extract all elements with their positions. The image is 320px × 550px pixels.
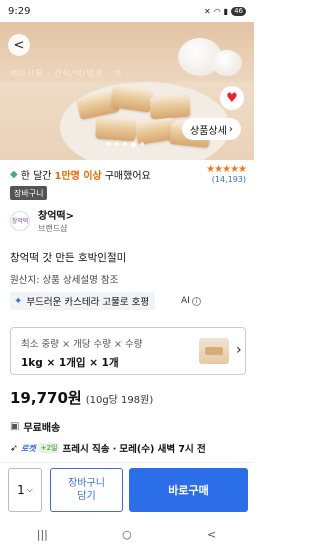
purchase-highlight: 1만명 이상	[54, 170, 102, 182]
status-bar: 9:29 ✕ ◠ ▮ 46	[0, 0, 254, 22]
chevron-down-icon: ⌵	[26, 485, 33, 494]
battery-icon: 46	[231, 6, 246, 16]
carousel-dot	[123, 142, 127, 146]
purchase-count-text: ◆ 한 달간 1만명 이상 구매했어요	[10, 167, 151, 182]
sparkle-icon: ✦	[14, 295, 23, 307]
chevron-right-icon: ›	[236, 342, 242, 358]
product-image-rice-cake	[212, 50, 242, 76]
product-image-piece	[95, 116, 137, 142]
brand-shop-link[interactable]: 창억떡 창억떡> 브랜드샵	[10, 207, 74, 234]
money-bag-icon: ◆	[10, 168, 18, 180]
delivery-eta: 모레(수) 새벽 7시 전	[119, 444, 206, 455]
home-icon[interactable]: ○	[117, 528, 137, 541]
plus-days-badge: +2일	[38, 443, 60, 453]
ai-label-text: AI	[181, 296, 190, 306]
chevron-right-icon: ›	[228, 123, 233, 135]
add-to-cart-button[interactable]: 장바구니 담기	[50, 468, 123, 512]
back-nav-icon[interactable]: <	[202, 528, 222, 541]
status-icons: ✕ ◠ ▮ 46	[203, 6, 246, 16]
cart-tag-badge: 장바구니	[10, 186, 48, 200]
wifi-icon: ◠	[213, 6, 221, 16]
quantity-value: 1	[17, 483, 25, 497]
free-shipping-label: 무료배송	[23, 423, 61, 434]
star-rating-icon: ★★★★★	[206, 164, 247, 175]
purchase-suffix: 구매했어요	[104, 170, 151, 182]
hero-ghost-text: 떡마시롱 · 간식/떡/빙과 · 떡	[10, 69, 123, 78]
system-nav-bar: ||| ○ <	[0, 518, 254, 550]
wishlist-button[interactable]: ♥	[220, 86, 244, 110]
status-time: 9:29	[8, 5, 31, 17]
brand-name: 창억떡>	[38, 211, 74, 222]
info-icon: i	[191, 296, 201, 306]
carousel-dot	[107, 142, 111, 146]
product-title: 창억떡 갓 만든 호박인절미	[10, 252, 127, 264]
purchase-prefix: 한 달간	[20, 170, 52, 182]
ai-label[interactable]: AI i	[181, 296, 201, 306]
origin-info: 원산지: 상품 상세설명 참조	[10, 275, 119, 286]
ai-review-summary[interactable]: ✦ 부드러운 카스테라 고물로 호평	[10, 292, 156, 310]
recent-apps-icon[interactable]: |||	[32, 528, 52, 541]
buy-now-button[interactable]: 바로구매	[129, 468, 248, 512]
heart-icon: ♥	[226, 90, 238, 106]
carousel-dot	[131, 141, 136, 147]
option-value: 1kg × 1개입 × 1개	[21, 357, 119, 369]
quantity-select[interactable]: 1 ⌵	[8, 468, 42, 512]
price-main: 19,770원	[10, 389, 82, 407]
product-detail-button[interactable]: 상품상세 ›	[182, 118, 241, 140]
carousel-dot	[140, 142, 144, 146]
review-count[interactable]: (14,193)	[206, 175, 246, 184]
rocket-badge: 로켓	[20, 443, 36, 453]
option-selector[interactable]: 최소 중량 × 개당 수량 × 수량 1kg × 1개입 × 1개 ›	[10, 327, 246, 375]
product-image-piece	[149, 94, 191, 120]
brand-logo: 창억떡	[10, 210, 30, 231]
chevron-left-icon: <	[13, 37, 25, 53]
mute-icon: ✕	[203, 6, 211, 16]
brand-shop-label: 브랜드샵	[38, 224, 68, 233]
rocket-icon: ➶	[10, 442, 18, 454]
signal-icon: ▮	[223, 6, 229, 16]
social-proof-row: ◆ 한 달간 1만명 이상 구매했어요 ★★★★★ (14,193)	[10, 163, 247, 185]
rating[interactable]: ★★★★★ (14,193)	[206, 164, 247, 184]
price: 19,770원 (10g당 198원)	[10, 387, 153, 408]
truck-icon: ▣	[10, 421, 20, 432]
unit-price: (10g당 198원)	[85, 395, 154, 406]
ai-summary-text: 부드러운 카스테라 고물로 호평	[26, 297, 150, 308]
option-label: 최소 중량 × 개당 수량 × 수량	[21, 339, 143, 350]
free-shipping: ▣ 무료배송	[10, 419, 60, 434]
delivery-type: 프레시 직송 ·	[62, 444, 117, 455]
carousel-dot	[115, 142, 119, 146]
product-detail-label: 상품상세	[190, 125, 227, 137]
delivery-info: ➶ 로켓 +2일 프레시 직송 · 모레(수) 새벽 7시 전	[10, 441, 206, 456]
back-button[interactable]: <	[8, 34, 30, 56]
bottom-action-bar: 1 ⌵ 장바구니 담기 바로구매	[0, 462, 254, 518]
carousel-dots	[107, 141, 144, 147]
option-thumbnail	[199, 338, 229, 364]
